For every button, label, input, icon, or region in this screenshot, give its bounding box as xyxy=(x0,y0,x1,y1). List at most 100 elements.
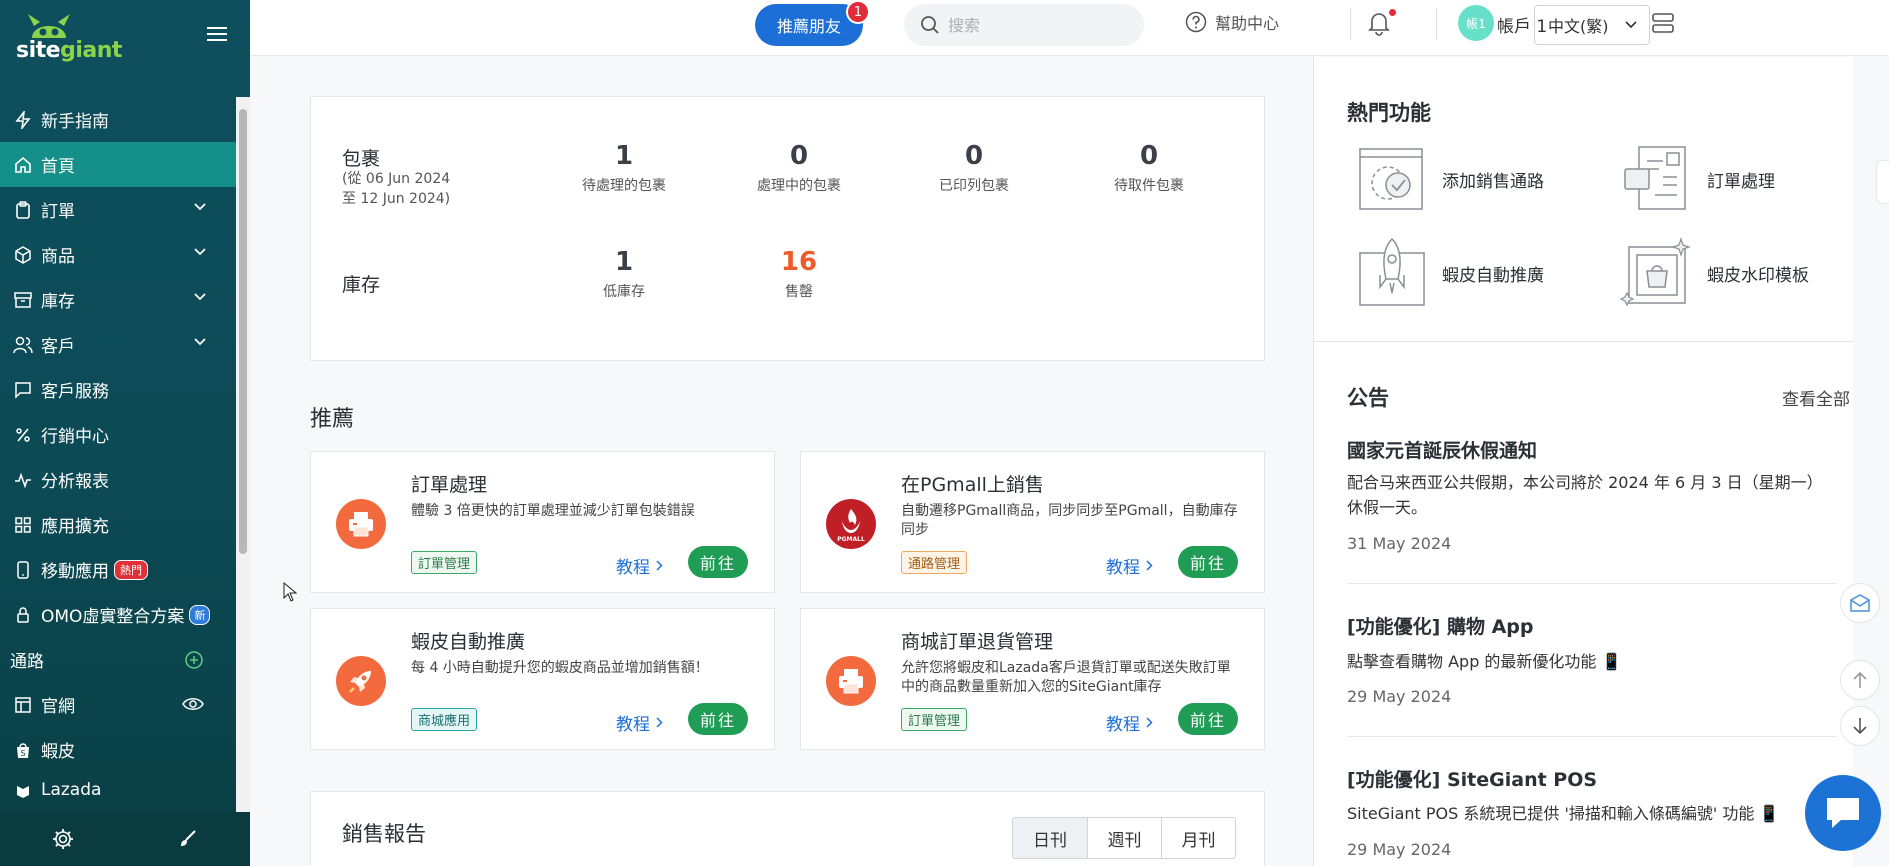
account-menu[interactable]: 帳戶 1 xyxy=(1497,12,1547,37)
stat-label: 已印列包裹 xyxy=(939,178,1009,194)
live-chat-button[interactable] xyxy=(1805,775,1881,851)
stat-low-stock[interactable]: 1 低庫存 xyxy=(554,247,694,301)
chevron-right-icon xyxy=(1146,560,1153,571)
sidebar-item-guide[interactable]: 新手指南 xyxy=(0,97,236,142)
go-button[interactable]: 前往 xyxy=(688,703,748,735)
sidebar-item-omo[interactable]: OMO虛實整合方案 新 xyxy=(0,592,236,637)
sidebar-item-orders[interactable]: 訂單 xyxy=(0,187,236,232)
sidebar-item-customers[interactable]: 客戶 xyxy=(0,322,236,367)
go-button[interactable]: 前往 xyxy=(1178,546,1238,578)
notification-dot xyxy=(1389,9,1396,16)
view-all-link[interactable]: 查看全部 xyxy=(1782,385,1850,410)
rocket-icon xyxy=(336,656,386,706)
announcement-title[interactable]: [功能優化] 購物 App xyxy=(1347,612,1534,639)
home-icon xyxy=(12,154,34,176)
sidebar-item-lazada[interactable]: Lazada xyxy=(0,772,236,802)
sidebar-item-analytics[interactable]: 分析報表 xyxy=(0,457,236,502)
question-circle-icon xyxy=(1185,11,1207,33)
tutorial-link[interactable]: 教程 xyxy=(1106,553,1153,578)
tutorial-link[interactable]: 教程 xyxy=(1106,710,1153,735)
search-box xyxy=(904,4,1144,46)
stat-value: 1 xyxy=(614,141,634,171)
sitegiant-logo[interactable]: sitegiant xyxy=(14,14,122,63)
announcements-title: 公告 xyxy=(1347,386,1389,410)
stat-processing-packages[interactable]: 0 處理中的包裹 xyxy=(729,141,869,195)
sidebar-item-customer-service[interactable]: 客戶服務 xyxy=(0,367,236,412)
stat-label: 待取件包裹 xyxy=(1114,178,1184,194)
scroll-up-icon[interactable] xyxy=(1840,660,1880,700)
hamburger-menu-icon[interactable] xyxy=(207,26,227,42)
layout-icon xyxy=(12,694,34,716)
stat-pickup-packages[interactable]: 0 待取件包裹 xyxy=(1079,141,1219,195)
watermark-illustration xyxy=(1619,237,1691,307)
feature-add-channel[interactable]: 添加銷售通路 xyxy=(1354,141,1544,217)
sidebar-item-mobile-apps[interactable]: 移動應用 熱門 xyxy=(0,547,236,592)
stat-pending-packages[interactable]: 1 待處理的包裹 xyxy=(554,141,694,195)
go-button[interactable]: 前往 xyxy=(688,546,748,578)
notification-bell-icon[interactable] xyxy=(1367,10,1391,36)
tutorial-link[interactable]: 教程 xyxy=(616,710,663,735)
server-icon[interactable] xyxy=(1651,12,1675,34)
sidebar-item-label: 新手指南 xyxy=(41,112,109,132)
eye-icon[interactable] xyxy=(182,697,204,711)
sidebar-item-marketing[interactable]: 行銷中心 xyxy=(0,412,236,457)
brush-icon[interactable] xyxy=(125,829,250,849)
recommend-card-pgmall: PGMALL 在PGmall上銷售 自動遷移PGmall商品，同步同步至PGma… xyxy=(800,451,1265,593)
sidebar-scroll-thumb[interactable] xyxy=(239,109,247,554)
sidebar-item-home[interactable]: 首頁 xyxy=(0,142,236,187)
chevron-down-icon xyxy=(1625,21,1637,29)
announcement-title[interactable]: 國家元首誕辰休假通知 xyxy=(1347,436,1537,463)
sidebar-item-label: 庫存 xyxy=(41,292,75,312)
feature-watermark-template[interactable]: 蝦皮水印模板 xyxy=(1619,235,1809,311)
printer-icon xyxy=(826,656,876,706)
feature-shopee-boost[interactable]: 蝦皮自動推廣 xyxy=(1354,235,1544,311)
announcement-title[interactable]: [功能優化] SiteGiant POS xyxy=(1347,765,1597,792)
stat-label: 售罄 xyxy=(785,284,813,300)
stat-printed-packages[interactable]: 0 已印列包裹 xyxy=(904,141,1044,195)
recommend-card-shopee-boost: 蝦皮自動推廣 每 4 小時自動提升您的蝦皮商品並增加銷售額！ 商城應用 教程 前… xyxy=(310,608,775,750)
sidebar-item-label: 應用擴充 xyxy=(41,517,109,537)
go-button[interactable]: 前往 xyxy=(1178,703,1238,735)
grid-icon xyxy=(12,514,34,536)
chevron-down-icon xyxy=(194,293,206,301)
language-select[interactable]: 中文(繁) xyxy=(1534,5,1650,45)
sidebar-item-shopee[interactable]: S 蝦皮 xyxy=(0,727,236,772)
tutorial-label: 教程 xyxy=(616,558,650,578)
chevron-right-icon xyxy=(656,717,663,728)
search-icon xyxy=(920,15,940,35)
period-weekly[interactable]: 週刊 xyxy=(1087,818,1161,858)
avatar[interactable]: 帳1 xyxy=(1458,5,1494,41)
side-drawer-tab[interactable] xyxy=(1876,160,1889,204)
period-daily[interactable]: 日刊 xyxy=(1013,818,1087,858)
pulse-icon xyxy=(12,469,34,491)
settings-gear-icon[interactable] xyxy=(0,828,125,850)
recommend-card-title: 訂單處理 xyxy=(411,474,488,496)
sidebar-item-apps[interactable]: 應用擴充 xyxy=(0,502,236,547)
sidebar-scrollbar[interactable] xyxy=(236,97,250,812)
period-toggle: 日刊 週刊 月刊 xyxy=(1012,817,1236,859)
sidebar-item-products[interactable]: 商品 xyxy=(0,232,236,277)
recommend-card-desc: 體驗 3 倍更快的訂單處理並減少訂單包裝錯誤 xyxy=(411,503,695,519)
recommend-card-desc: 允許您將蝦皮和Lazada客戶退貨訂單或配送失敗訂單中的商品數量重新加入您的Si… xyxy=(901,660,1231,695)
sidebar-item-inventory[interactable]: 庫存 xyxy=(0,277,236,322)
period-monthly[interactable]: 月刊 xyxy=(1161,818,1235,858)
tutorial-link[interactable]: 教程 xyxy=(616,553,663,578)
recommend-card-returns: 商城訂單退貨管理 允許您將蝦皮和Lazada客戶退貨訂單或配送失敗訂單中的商品數… xyxy=(800,608,1265,750)
announcement-date: 29 May 2024 xyxy=(1347,840,1452,859)
sidebar-nav: 新手指南 首頁 訂單 商品 庫存 客戶 客戶服務 行銷中心 分析報表 應用擴充 … xyxy=(0,97,236,802)
sidebar-item-website[interactable]: 官網 xyxy=(0,682,236,727)
scroll-down-icon[interactable] xyxy=(1840,706,1880,746)
add-channel-icon[interactable] xyxy=(184,650,204,670)
stat-sold-out[interactable]: 16 售罄 xyxy=(729,247,869,301)
recommend-card-desc: 自動遷移PGmall商品，同步同步至PGmall，自動庫存同步 xyxy=(901,503,1238,538)
mail-icon[interactable] xyxy=(1840,583,1880,623)
add-channel-illustration xyxy=(1359,148,1423,210)
mouse-cursor-icon xyxy=(283,582,297,602)
chevron-down-icon xyxy=(194,203,206,211)
feature-order-processing[interactable]: 訂單處理 xyxy=(1619,141,1775,217)
mobile-icon xyxy=(12,559,34,581)
help-center-link[interactable]: 幫助中心 xyxy=(1185,10,1279,34)
search-input[interactable] xyxy=(948,15,1128,35)
sidebar-item-label: 客戶 xyxy=(41,337,75,357)
feature-label: 訂單處理 xyxy=(1707,171,1775,192)
